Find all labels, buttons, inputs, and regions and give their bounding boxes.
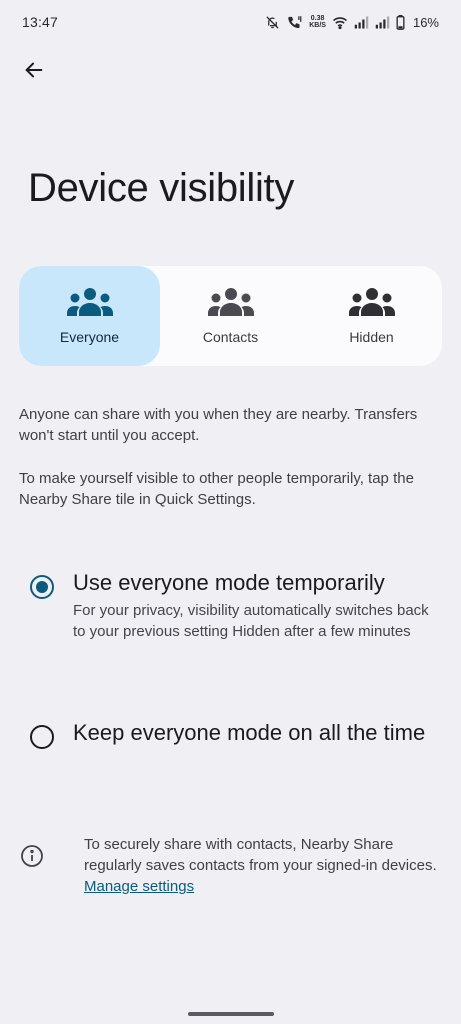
net-speed-value: 0.38 — [310, 15, 325, 22]
back-button[interactable] — [14, 52, 54, 88]
info-text: To securely share with contacts, Nearby … — [84, 834, 440, 897]
call-icon — [288, 15, 302, 28]
signal-icon — [375, 16, 390, 28]
visibility-description: Anyone can share with you when they are … — [19, 406, 418, 444]
option-title: Keep everyone mode on all the time — [73, 720, 426, 745]
info-message: To securely share with contacts, Nearby … — [84, 836, 437, 874]
status-bar: 13:47 0.38 KB/S 16% — [0, 0, 461, 44]
segment-everyone[interactable]: Everyone — [19, 266, 160, 366]
info-icon — [21, 845, 43, 867]
segment-label: Contacts — [202, 329, 259, 345]
page-title: Device visibility — [28, 166, 295, 210]
notifications-off-icon — [266, 15, 279, 29]
visibility-selector: Everyone Contacts Hidden — [19, 266, 442, 366]
battery-icon — [396, 14, 405, 30]
option-title: Use everyone mode temporarily — [73, 570, 385, 595]
segment-contacts[interactable]: Contacts — [160, 266, 301, 366]
net-speed-unit: KB/S — [309, 22, 326, 29]
quick-settings-hint: To make yourself visible to other people… — [19, 470, 414, 508]
segment-label: Everyone — [59, 329, 120, 345]
manage-settings-link[interactable]: Manage settings — [84, 878, 194, 895]
radio-button[interactable] — [30, 725, 54, 749]
network-speed: 0.38 KB/S — [309, 15, 326, 29]
option-subtitle: For your privacy, visibility automatical… — [73, 602, 429, 640]
segment-label: Hidden — [349, 329, 394, 345]
segment-hidden[interactable]: Hidden — [301, 266, 442, 366]
wifi-icon — [332, 16, 347, 29]
radio-dot — [36, 581, 48, 593]
status-time: 13:47 — [22, 14, 59, 30]
option-everyone-always[interactable]: Keep everyone mode on all the time — [30, 718, 430, 749]
radio-button[interactable] — [30, 575, 54, 599]
people-icon — [207, 288, 254, 316]
people-icon — [348, 288, 395, 316]
home-indicator[interactable] — [188, 1012, 274, 1016]
people-icon — [66, 288, 113, 316]
status-icons: 0.38 KB/S 16% — [265, 14, 439, 30]
signal-icon — [354, 16, 369, 28]
arrow-back-icon — [25, 62, 43, 78]
battery-percent: 16% — [412, 14, 439, 30]
info-footer: To securely share with contacts, Nearby … — [20, 834, 440, 897]
option-everyone-temporarily[interactable]: Use everyone mode temporarily For your p… — [30, 568, 430, 642]
